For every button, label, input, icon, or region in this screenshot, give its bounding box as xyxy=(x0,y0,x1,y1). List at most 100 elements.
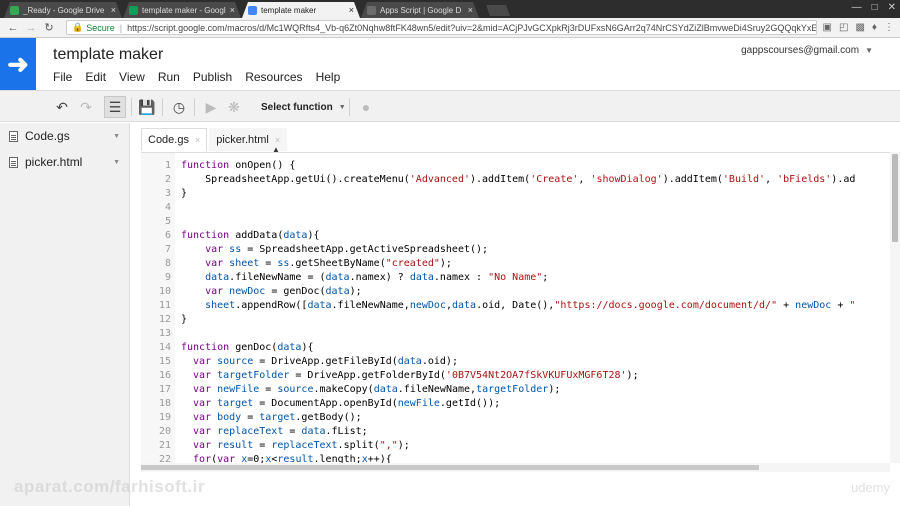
close-tab-icon[interactable]: × xyxy=(230,5,235,15)
code-token: for xyxy=(181,454,212,463)
code-token: ){ xyxy=(307,230,320,241)
line-number: 1 xyxy=(164,160,171,171)
code-token: data xyxy=(307,300,332,311)
line-number: 16 xyxy=(158,370,171,381)
code-token: } xyxy=(181,188,188,199)
code-token: + xyxy=(831,300,850,311)
close-tab-icon[interactable]: × xyxy=(468,5,473,15)
back-icon[interactable]: ← xyxy=(6,22,20,34)
apps-script-logo-icon[interactable]: ➜ xyxy=(0,38,36,90)
extension-icon[interactable]: ▣ xyxy=(823,22,832,33)
code-token: .namex) ? xyxy=(349,272,410,283)
code-token: .getBody(); xyxy=(295,412,362,423)
menu-resources[interactable]: Resources xyxy=(245,70,302,84)
extension-icon[interactable]: ◰ xyxy=(839,22,848,33)
menu-help[interactable]: Help xyxy=(316,70,341,84)
code-token: var xyxy=(181,244,230,255)
line-number: 4 xyxy=(164,202,171,213)
vertical-scrollbar[interactable] xyxy=(890,152,900,463)
code-line: 4 xyxy=(141,201,890,215)
tab-favicon-icon xyxy=(129,6,138,15)
menu-run[interactable]: Run xyxy=(158,70,180,84)
indent-toggle-icon[interactable]: ☰ xyxy=(104,96,126,118)
extension-icon[interactable]: ▩ xyxy=(855,22,864,33)
code-text: var result = replaceText.split(","); xyxy=(171,439,410,453)
reload-icon[interactable]: ↻ xyxy=(42,21,56,34)
line-number: 20 xyxy=(158,426,171,437)
code-text: var targetFolder = DriveApp.getFolderByI… xyxy=(171,369,639,383)
browser-tab[interactable]: template maker - Googl × xyxy=(123,2,241,18)
browser-tab[interactable]: _Ready - Google Drive × xyxy=(4,2,122,18)
line-number: 19 xyxy=(158,412,171,423)
code-line: 7 var ss = SpreadsheetApp.getActiveSprea… xyxy=(141,243,890,257)
line-number: 15 xyxy=(158,356,171,367)
undo-icon[interactable]: ↶ xyxy=(51,96,73,118)
new-tab-button[interactable] xyxy=(485,5,511,16)
code-token: ).addItem( xyxy=(470,174,531,185)
line-number: 22 xyxy=(158,454,171,463)
scrollbar-thumb[interactable] xyxy=(892,154,898,242)
code-token: ).ad xyxy=(831,174,856,185)
run-icon[interactable]: ▶ xyxy=(200,96,222,118)
close-tab-icon[interactable]: × xyxy=(275,135,280,145)
code-token: replaceText xyxy=(271,440,338,451)
code-token: = xyxy=(241,412,260,423)
triggers-clock-icon[interactable]: ◷ xyxy=(168,96,190,118)
code-token: "," xyxy=(379,440,398,451)
minimize-icon[interactable]: — xyxy=(852,2,862,13)
code-editor[interactable]: 1 function onOpen() {2 SpreadsheetApp.get… xyxy=(141,152,900,463)
code-text: function genDoc(data){ xyxy=(171,341,313,355)
url-text[interactable]: https://script.google.com/macros/d/Mc1WQ… xyxy=(127,23,815,33)
menu-edit[interactable]: Edit xyxy=(85,70,106,84)
menu-view[interactable]: View xyxy=(119,70,145,84)
close-tab-icon[interactable]: × xyxy=(195,135,200,145)
chevron-down-icon[interactable]: ▼ xyxy=(113,133,120,140)
select-function-dropdown[interactable]: Select function ▼ xyxy=(256,96,351,118)
code-token: .fileNewName, xyxy=(331,300,410,311)
code-token: ); xyxy=(548,384,561,395)
code-token: data xyxy=(181,272,230,283)
editor-tab[interactable]: Code.gs × xyxy=(141,128,208,151)
code-token: .fList; xyxy=(325,426,368,437)
project-title[interactable]: template maker xyxy=(53,46,163,64)
sidebar-file-item[interactable]: picker.html ▼ xyxy=(0,149,129,175)
redo-icon[interactable]: ↷ xyxy=(75,96,97,118)
code-token: .fileNewName = ( xyxy=(229,272,326,283)
line-number: 17 xyxy=(158,384,171,395)
chevron-down-icon[interactable]: ▼ xyxy=(113,159,120,166)
code-token: function xyxy=(181,230,236,241)
omnibox[interactable]: 🔒 Secure | https://script.google.com/mac… xyxy=(66,20,817,35)
code-token: .split( xyxy=(337,440,380,451)
code-token: ).addItem( xyxy=(662,174,723,185)
scrollbar-thumb[interactable] xyxy=(141,465,759,470)
save-icon[interactable]: 💾 xyxy=(136,96,158,118)
code-token: var xyxy=(181,412,218,423)
lock-icon: 🔒 xyxy=(72,22,84,32)
code-token: .getSheetByName( xyxy=(289,258,386,269)
close-tab-icon[interactable]: × xyxy=(349,5,354,15)
code-line: 18 var target = DocumentApp.openById(new… xyxy=(141,397,890,411)
code-token: "No Name" xyxy=(488,272,543,283)
horizontal-scrollbar[interactable] xyxy=(141,463,890,472)
menu-publish[interactable]: Publish xyxy=(193,70,232,84)
account-switcher[interactable]: gappscourses@gmail.com ▼ xyxy=(741,45,873,56)
code-token: .oid, Date(), xyxy=(476,300,555,311)
close-tab-icon[interactable]: × xyxy=(111,5,116,15)
debug-bug-icon[interactable]: ❋ xyxy=(223,96,245,118)
extension-icon[interactable]: ♦ xyxy=(872,22,877,33)
chrome-menu-icon[interactable]: ⋮ xyxy=(884,22,894,33)
code-token: data xyxy=(283,230,308,241)
browser-tab[interactable]: Apps Script | Google D × xyxy=(361,2,479,18)
tab-favicon-icon xyxy=(248,6,257,15)
forward-icon[interactable]: → xyxy=(24,22,38,34)
code-token: = DocumentApp.openById( xyxy=(253,398,398,409)
lightbulb-icon[interactable]: ● xyxy=(355,96,377,118)
code-token: 'Advanced' xyxy=(409,174,470,185)
menu-file[interactable]: File xyxy=(53,70,72,84)
maximize-icon[interactable]: □ xyxy=(872,2,878,13)
editor-tabs: Code.gs × picker.html × xyxy=(141,128,288,152)
close-window-icon[interactable]: ✕ xyxy=(888,2,896,13)
sidebar-file-item[interactable]: Code.gs ▼ xyxy=(0,123,129,149)
code-text: sheet.appendRow([data.fileNewName,newDoc… xyxy=(171,299,855,313)
browser-tab[interactable]: template maker × xyxy=(242,2,360,18)
